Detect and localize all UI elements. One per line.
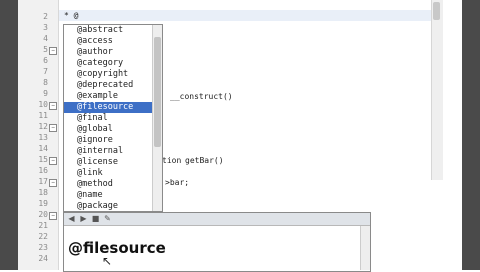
- autocomplete-item[interactable]: @name: [64, 190, 152, 201]
- line-number: 10: [38, 100, 48, 109]
- current-line-text: * @: [64, 11, 79, 20]
- line-number: 17: [38, 177, 48, 186]
- autocomplete-item[interactable]: @access: [64, 36, 152, 47]
- line-number: 19: [38, 199, 48, 208]
- back-icon[interactable]: ◀: [67, 215, 76, 223]
- doc-title: @filesource: [68, 239, 166, 257]
- doc-toolbar: ◀ ▶ ■ ✎: [64, 213, 370, 226]
- line-number: 23: [38, 243, 48, 252]
- line-number: 9: [43, 89, 48, 98]
- line-number: 12: [38, 122, 48, 131]
- line-number: 14: [38, 144, 48, 153]
- fold-marker[interactable]: −: [49, 179, 57, 187]
- line-number: 22: [38, 232, 48, 241]
- line-number: 8: [43, 78, 48, 87]
- fold-marker[interactable]: −: [49, 212, 57, 220]
- autocomplete-item[interactable]: @final: [64, 113, 152, 124]
- line-number: 7: [43, 67, 48, 76]
- autocomplete-item-selected[interactable]: @filesource: [64, 102, 152, 113]
- edit-icon[interactable]: ✎: [103, 215, 112, 223]
- autocomplete-item[interactable]: @internal: [64, 146, 152, 157]
- line-number: 11: [38, 111, 48, 120]
- line-number: 15: [38, 155, 48, 164]
- line-number: 13: [38, 133, 48, 142]
- line-number: 18: [38, 188, 48, 197]
- autocomplete-scroll-thumb[interactable]: [154, 37, 161, 147]
- autocomplete-item[interactable]: @author: [64, 47, 152, 58]
- autocomplete-item[interactable]: @copyright: [64, 69, 152, 80]
- mouse-cursor-icon: ↖: [102, 254, 113, 268]
- window-frame-right: [462, 0, 480, 270]
- code-function-name: getBar(): [185, 156, 224, 165]
- window-frame-left: [0, 0, 18, 270]
- editor-vertical-scrollbar[interactable]: [431, 0, 443, 180]
- code-return: >bar;: [165, 178, 190, 187]
- line-number: 2: [43, 12, 48, 21]
- autocomplete-item[interactable]: @ignore: [64, 135, 152, 146]
- line-number: 24: [38, 254, 48, 263]
- editor-scroll-thumb[interactable]: [433, 2, 440, 20]
- autocomplete-item[interactable]: @category: [64, 58, 152, 69]
- fold-marker[interactable]: −: [49, 102, 57, 110]
- autocomplete-item[interactable]: @abstract: [64, 25, 152, 36]
- doc-scrollbar[interactable]: [360, 226, 370, 270]
- forward-icon[interactable]: ▶: [79, 215, 88, 223]
- autocomplete-item[interactable]: @license: [64, 157, 152, 168]
- fold-marker[interactable]: −: [49, 157, 57, 165]
- line-number: 4: [43, 34, 48, 43]
- autocomplete-item[interactable]: @method: [64, 179, 152, 190]
- fold-marker[interactable]: −: [49, 124, 57, 132]
- code-construct: __construct(): [170, 92, 233, 101]
- code-function-keyword: tion: [162, 156, 182, 165]
- fold-marker[interactable]: −: [49, 47, 57, 55]
- browser-icon[interactable]: ■: [91, 215, 100, 223]
- autocomplete-item[interactable]: @package: [64, 201, 152, 212]
- line-number: 3: [43, 23, 48, 32]
- autocomplete-item[interactable]: @global: [64, 124, 152, 135]
- autocomplete-item[interactable]: @example: [64, 91, 152, 102]
- line-number: 21: [38, 221, 48, 230]
- line-number-gutter: 2 3 4 5 6 7 8 9 10 11 12 13 14 15 16 17 …: [18, 0, 59, 270]
- line-number: 5: [43, 45, 48, 54]
- line-number: 20: [38, 210, 48, 219]
- autocomplete-item[interactable]: @link: [64, 168, 152, 179]
- current-line-highlight: [59, 10, 431, 21]
- autocomplete-list: @abstract @access @author @category @cop…: [64, 25, 152, 212]
- line-number: 16: [38, 166, 48, 175]
- autocomplete-item[interactable]: @deprecated: [64, 80, 152, 91]
- autocomplete-popup: @abstract @access @author @category @cop…: [63, 24, 163, 212]
- line-number: 6: [43, 56, 48, 65]
